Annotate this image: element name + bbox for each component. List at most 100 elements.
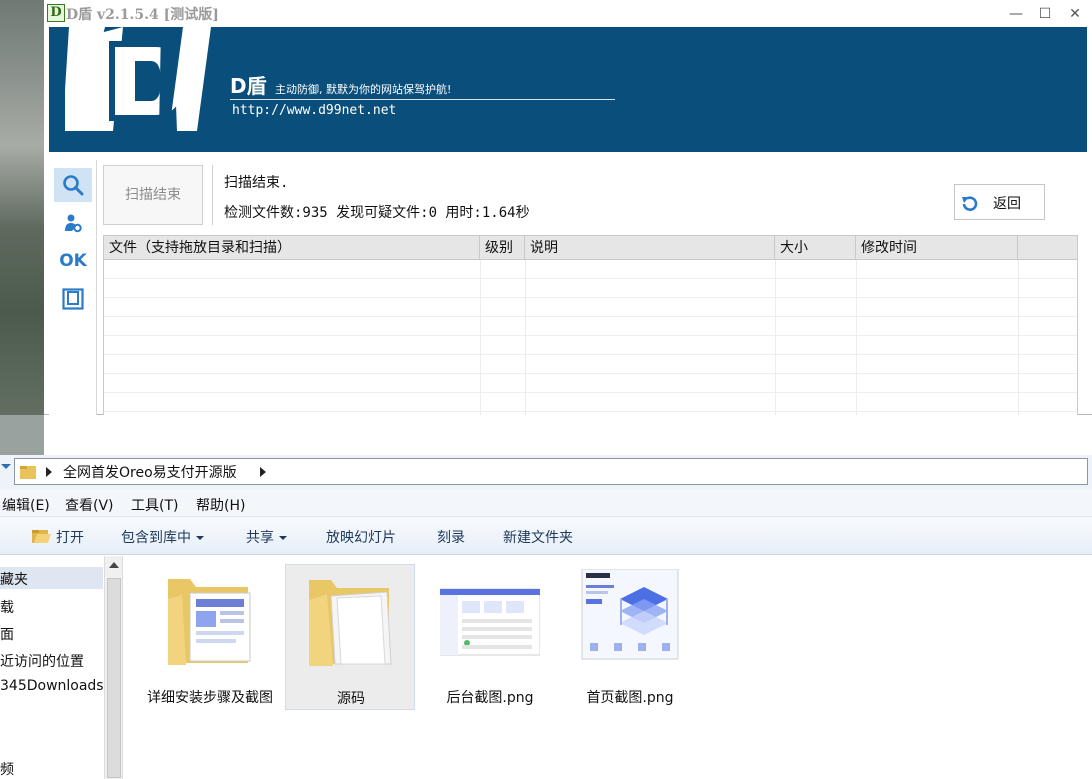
file-item[interactable]: 首页截图.png	[565, 564, 695, 710]
nav-item-2345downloads[interactable]: 345Downloads	[0, 678, 104, 694]
undo-icon	[962, 196, 978, 211]
file-name: 源码	[337, 691, 365, 707]
app-icon: D	[47, 4, 65, 22]
table-row	[104, 260, 1077, 279]
breadcrumb-chevron-icon[interactable]	[46, 467, 52, 477]
column-level[interactable]: 级别	[480, 236, 525, 260]
chevron-down-icon	[279, 536, 287, 540]
desktop-background-lower	[0, 415, 44, 455]
include-in-library-button[interactable]: 包含到库中	[121, 527, 204, 547]
slogan-divider	[230, 99, 615, 100]
scan-divider	[212, 165, 213, 225]
status-message: 扫描结束.	[224, 175, 289, 191]
ok-label: OK	[59, 251, 87, 271]
open-folder-icon	[32, 530, 51, 543]
folder-icon	[20, 466, 36, 479]
column-divider	[856, 260, 857, 415]
d-shield-logo	[65, 27, 211, 131]
column-divider	[1018, 260, 1019, 415]
table-row	[104, 317, 1077, 336]
minimize-button[interactable]: —	[1001, 2, 1031, 26]
maximize-button[interactable]: ☐	[1030, 2, 1060, 26]
return-label: 返回	[993, 196, 1021, 212]
nav-item-desktop[interactable]: 面	[0, 624, 14, 644]
sidebar-item-search[interactable]	[54, 168, 92, 202]
nav-item-recent-places[interactable]: 近访问的位置	[0, 651, 84, 671]
menu-view[interactable]: 查看(V)	[65, 495, 114, 515]
column-modified[interactable]: 修改时间	[856, 236, 1018, 260]
open-button[interactable]: 打开	[56, 527, 84, 547]
person-gear-icon	[65, 214, 82, 233]
burn-button[interactable]: 刻录	[437, 527, 465, 547]
column-description[interactable]: 说明	[525, 236, 775, 260]
file-item[interactable]: 后台截图.png	[425, 564, 555, 710]
column-divider	[525, 260, 526, 415]
recent-locations-arrow-icon[interactable]	[1, 464, 11, 469]
slideshow-button[interactable]: 放映幻灯片	[326, 527, 396, 547]
file-name: 首页截图.png	[586, 690, 674, 706]
scan-summary: 检测文件数:935 发现可疑文件:0 用时:1.64秒	[224, 205, 530, 221]
sidebar: OK	[49, 160, 97, 415]
scan-results-table[interactable]: 文件（支持拖放目录和扫描） 级别 说明 大小 修改时间	[103, 235, 1078, 415]
file-name: 后台截图.png	[446, 690, 534, 706]
folder-icon	[309, 580, 392, 666]
explorer-header-gap	[0, 415, 1092, 455]
title-bar: D D盾 v2.1.5.4 [测试版] — ☐ ✕	[44, 0, 1092, 27]
share-label: 共享	[246, 530, 274, 546]
menu-edit[interactable]: 编辑(E)	[2, 495, 50, 515]
sidebar-item-ok[interactable]: OK	[54, 244, 92, 278]
include-in-library-label: 包含到库中	[121, 530, 191, 546]
menu-bar: 编辑(E) 查看(V) 工具(T) 帮助(H)	[0, 489, 1092, 517]
column-divider	[480, 260, 481, 415]
table-row	[104, 393, 1077, 412]
desktop-background	[0, 0, 44, 415]
address-box[interactable]: 全网首发Oreo易支付开源版	[14, 458, 1088, 485]
address-bar: 全网首发Oreo易支付开源版	[0, 455, 1092, 489]
scroll-thumb[interactable]	[107, 578, 121, 778]
command-bar: 打开 包含到库中 共享 放映幻灯片 刻录 新建文件夹	[0, 517, 1092, 555]
table-row	[104, 279, 1077, 298]
navigation-pane: 藏夹 载 面 近访问的位置 345Downloads 频	[0, 556, 104, 779]
window-title: D盾 v2.1.5.4 [测试版]	[66, 7, 219, 23]
share-button[interactable]: 共享	[246, 527, 287, 547]
scan-button[interactable]: 扫描结束	[103, 165, 203, 225]
column-divider	[775, 260, 776, 415]
table-header: 文件（支持拖放目录和扫描） 级别 说明 大小 修改时间	[104, 236, 1077, 260]
scroll-up-icon[interactable]	[109, 562, 119, 568]
nav-item-favorites[interactable]: 藏夹	[0, 567, 103, 589]
brand-name: D盾	[230, 74, 267, 98]
menu-tools[interactable]: 工具(T)	[131, 495, 178, 515]
image-thumbnail-icon	[581, 569, 679, 660]
table-row	[104, 336, 1077, 355]
new-folder-button[interactable]: 新建文件夹	[503, 527, 573, 547]
nav-item-downloads[interactable]: 载	[0, 597, 14, 617]
sidebar-item-window[interactable]	[54, 282, 92, 316]
image-thumbnail-icon	[440, 588, 540, 656]
table-row	[104, 298, 1077, 317]
website-url[interactable]: http://www.d99net.net	[232, 103, 396, 118]
folder-with-documents-icon	[168, 579, 251, 665]
chevron-down-icon	[196, 536, 204, 540]
table-row	[104, 355, 1077, 374]
menu-help[interactable]: 帮助(H)	[196, 495, 245, 515]
return-button[interactable]: 返回	[954, 184, 1045, 220]
slogan: 主动防御, 默默为你的网站保驾护航!	[275, 83, 452, 96]
close-button[interactable]: ✕	[1060, 2, 1090, 26]
file-item[interactable]: 详细安装步骤及截图	[145, 564, 275, 710]
file-item-selected[interactable]: 源码	[285, 564, 415, 710]
column-file[interactable]: 文件（支持拖放目录和扫描）	[104, 236, 480, 260]
search-icon	[63, 175, 84, 196]
sidebar-divider	[96, 160, 97, 415]
window-icon	[62, 288, 84, 310]
file-name: 详细安装步骤及截图	[147, 690, 273, 706]
nav-item-videos[interactable]: 频	[0, 759, 14, 779]
breadcrumb-chevron-icon[interactable]	[260, 467, 266, 477]
column-size[interactable]: 大小	[775, 236, 856, 260]
nav-scrollbar[interactable]	[104, 556, 123, 779]
file-view: 详细安装步骤及截图 源码 后台截图.png 首页截图.png	[123, 556, 1092, 779]
banner: D盾 主动防御, 默默为你的网站保驾护航! http://www.d99net.…	[49, 27, 1087, 152]
dshield-window: D D盾 v2.1.5.4 [测试版] — ☐ ✕ D盾 主动防御, 默默为你的…	[44, 0, 1092, 415]
sidebar-item-tools[interactable]	[54, 206, 92, 240]
breadcrumb-current[interactable]: 全网首发Oreo易支付开源版	[63, 462, 237, 482]
table-row	[104, 374, 1077, 393]
